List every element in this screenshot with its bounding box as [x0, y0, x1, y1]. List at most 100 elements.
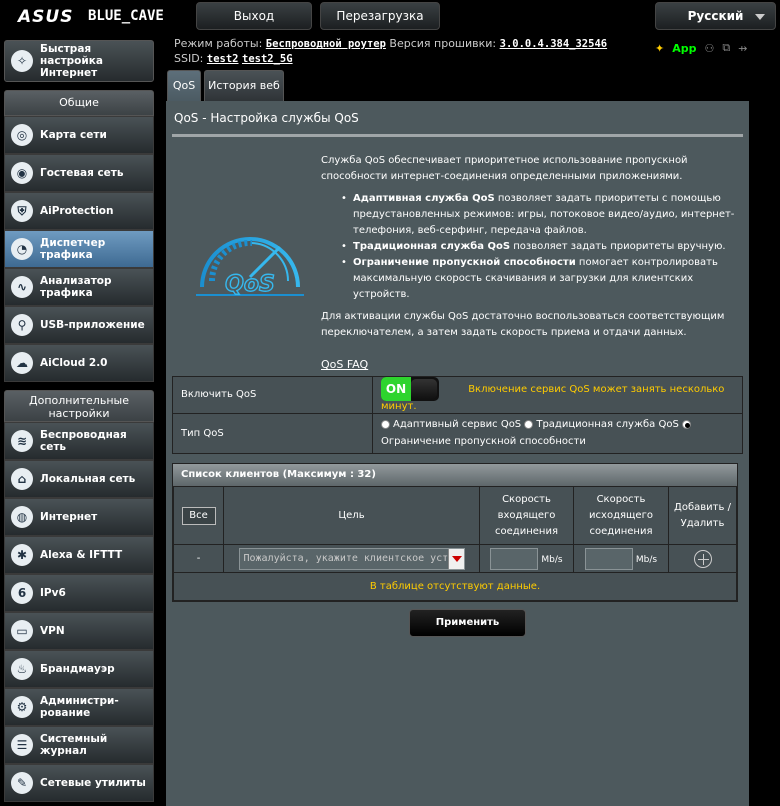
- col-upload-speed: Скорость исходящего соединения: [573, 486, 669, 545]
- dropdown-arrow-icon[interactable]: [447, 548, 464, 569]
- app-bulb-icon[interactable]: ✦: [655, 42, 664, 55]
- radio-traditional-label: Традиционная служба QoS: [536, 419, 679, 430]
- sidebar-item-label: Быстрая настройка Интернет: [40, 43, 103, 79]
- client-list-header: Список клиентов (Максимум : 32): [173, 464, 737, 486]
- ipv6-icon: 6: [11, 582, 33, 604]
- sidebar-item-quick-setup[interactable]: ✧ Быстрая настройка Интернет: [4, 40, 154, 82]
- model-name: BLUE_CAVE: [88, 8, 164, 24]
- operation-mode-line: Режим работы: Беспроводной роутер Версия…: [174, 37, 608, 50]
- sidebar-item-wireless[interactable]: ≋ Беспроводная сеть: [4, 422, 154, 460]
- sidebar-item-label: Локальная сеть: [40, 473, 136, 485]
- tab-web-history[interactable]: История веб: [204, 70, 284, 102]
- clients-icon[interactable]: ⚇: [704, 42, 714, 55]
- sidebar-item-label: AiProtection: [40, 205, 114, 217]
- client-select[interactable]: Пожалуйста, укажите клиентское устройств…: [238, 547, 465, 570]
- firewall-icon: ♨: [11, 658, 33, 680]
- radio-adaptive[interactable]: [381, 419, 390, 429]
- select-all-button[interactable]: Все: [181, 506, 216, 525]
- client-list: Список клиентов (Максимум : 32) Все Цель…: [172, 463, 738, 602]
- radio-bandwidth-limit[interactable]: [681, 419, 691, 429]
- qos-gauge-icon: QoS: [196, 237, 304, 298]
- tab-qos[interactable]: QoS: [167, 70, 201, 102]
- radio-limit-label: Ограничение пропускной способности: [381, 436, 586, 447]
- download-speed-input[interactable]: [490, 547, 539, 570]
- enable-qos-label: Включить QoS: [172, 376, 373, 414]
- upload-speed-input[interactable]: [584, 547, 633, 570]
- apply-button[interactable]: Применить: [409, 609, 526, 637]
- syslog-icon: ☰: [11, 734, 33, 756]
- firmware-link[interactable]: 3.0.0.4.384_32546: [500, 38, 607, 50]
- sidebar-item-label: Системный журнал: [40, 733, 108, 757]
- sidebar-item-label: Брандмауэр: [40, 663, 115, 675]
- ssid-link-2[interactable]: test2_5G: [242, 53, 293, 65]
- aicloud-icon: ☁: [11, 352, 33, 374]
- alexa-icon: ✱: [11, 544, 33, 566]
- qos-type-label: Тип QoS: [172, 412, 373, 454]
- gauge-label: QoS: [225, 272, 275, 297]
- logout-button[interactable]: Выход: [196, 2, 312, 30]
- sidebar-item-label: Анализатор трафика: [40, 275, 112, 299]
- operation-mode-link[interactable]: Беспроводной роутер: [266, 38, 386, 50]
- qos-faq-link[interactable]: QoS FAQ: [321, 357, 368, 373]
- sidebar-item-label: IPv6: [40, 587, 66, 599]
- toggle-on-label: ON: [381, 377, 411, 401]
- usb-status-icon[interactable]: ⇸: [738, 42, 747, 55]
- sidebar-section-general: Общие: [4, 90, 154, 116]
- reboot-button[interactable]: Перезагрузка: [320, 2, 440, 30]
- sidebar-item-label: Гостевая сеть: [40, 167, 124, 179]
- sidebar-item-aicloud[interactable]: ☁ AiCloud 2.0: [4, 344, 154, 382]
- guest-network-icon: ◉: [11, 162, 33, 184]
- sidebar-item-label: Беспроводная сеть: [40, 429, 127, 453]
- wireless-icon: ≋: [11, 430, 33, 452]
- col-download-speed: Скорость входящего соединения: [479, 486, 574, 545]
- sidebar-item-traffic-analyzer[interactable]: ∿ Анализатор трафика: [4, 268, 154, 306]
- sidebar-item-network-map[interactable]: ◎ Карта сети: [4, 116, 154, 154]
- sidebar-item-label: Сетевые утилиты: [40, 777, 146, 789]
- sidebar-item-usb-app[interactable]: ⚲ USB-приложение: [4, 306, 154, 344]
- sidebar-item-label: Интернет: [40, 511, 98, 523]
- language-select[interactable]: Русский: [655, 2, 776, 30]
- client-select-placeholder: Пожалуйста, укажите клиентское устройств…: [243, 552, 464, 564]
- devices-icon[interactable]: ⧉: [722, 41, 730, 55]
- network-tools-icon: ✎: [11, 772, 33, 794]
- app-label[interactable]: App: [672, 42, 696, 55]
- radio-traditional[interactable]: [524, 419, 534, 429]
- sidebar-item-guest-network[interactable]: ◉ Гостевая сеть: [4, 154, 154, 192]
- bullet-traditional: Традиционная служба QoS позволяет задать…: [331, 239, 746, 255]
- qos-description: Служба QoS обеспечивает приоритетное исп…: [321, 153, 746, 374]
- sidebar-item-label: AiCloud 2.0: [40, 357, 108, 369]
- sidebar-item-admin[interactable]: ⚙ Администри-рование: [4, 688, 154, 726]
- usb-app-icon: ⚲: [11, 314, 33, 336]
- status-icons: ✦ App ⚇ ⧉ ⇸: [655, 41, 747, 55]
- bullet-adaptive: Адаптивная служба QoS позволяет задать п…: [331, 191, 746, 239]
- sidebar-item-vpn[interactable]: ▭ VPN: [4, 612, 154, 650]
- title-divider: [172, 134, 743, 137]
- sidebar-item-alexa[interactable]: ✱ Alexa & IFTTT: [4, 536, 154, 574]
- sidebar-item-syslog[interactable]: ☰ Системный журнал: [4, 726, 154, 764]
- quick-setup-icon: ✧: [11, 50, 33, 72]
- lan-icon: ⌂: [11, 468, 33, 490]
- aiprotection-icon: ⛨: [11, 200, 33, 222]
- sidebar-item-network-tools[interactable]: ✎ Сетевые утилиты: [4, 764, 154, 802]
- table-row: - Пожалуйста, укажите клиентское устройс…: [173, 544, 737, 573]
- network-map-icon: ◎: [11, 124, 33, 146]
- right-margin: [749, 101, 780, 806]
- sidebar-item-aiprotection[interactable]: ⛨ AiProtection: [4, 192, 154, 230]
- sidebar-item-globe[interactable]: ◍ Интернет: [4, 498, 154, 536]
- sidebar-item-firewall[interactable]: ♨ Брандмауэр: [4, 650, 154, 688]
- ssid-line: SSID: test2 test2_5G: [174, 52, 293, 65]
- add-client-icon[interactable]: [693, 549, 712, 568]
- sidebar-item-lan[interactable]: ⌂ Локальная сеть: [4, 460, 154, 498]
- sidebar-item-label: VPN: [40, 625, 65, 637]
- language-label: Русский: [687, 9, 744, 23]
- enable-qos-toggle[interactable]: ON: [381, 377, 439, 401]
- sidebar-item-ipv6[interactable]: 6 IPv6: [4, 574, 154, 612]
- sidebar-item-label: Диспетчер трафика: [40, 237, 106, 261]
- sidebar-item-label: Администри-рование: [40, 695, 119, 719]
- ssid-link-1[interactable]: test2: [207, 53, 239, 65]
- vpn-icon: ▭: [11, 620, 33, 642]
- row-dash: -: [173, 544, 224, 573]
- radio-adaptive-label: Адаптивный сервис QoS: [393, 419, 522, 430]
- traffic-manager-icon: ◔: [11, 238, 33, 260]
- sidebar-item-traffic-manager[interactable]: ◔ Диспетчер трафика: [4, 230, 154, 268]
